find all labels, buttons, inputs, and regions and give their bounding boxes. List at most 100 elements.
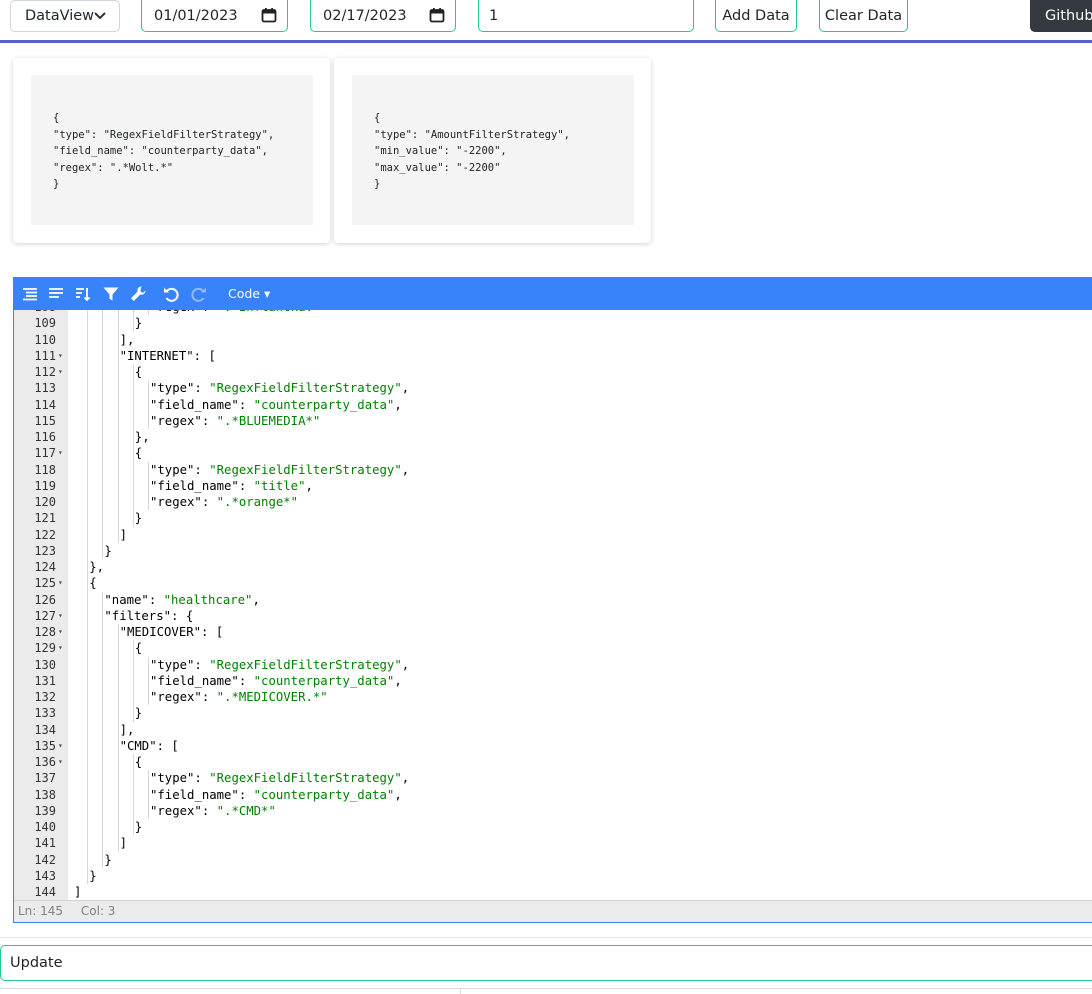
json-key: "regex" — [150, 310, 202, 314]
github-button[interactable]: Github — [1030, 0, 1092, 32]
indent-guide — [117, 802, 119, 819]
indent-guide — [117, 737, 119, 754]
indent-guide — [102, 494, 104, 511]
fold-toggle-icon[interactable]: ▾ — [58, 754, 63, 770]
code-text: "regex": ".*MEDICOVER.*" — [150, 690, 328, 704]
indent-guide — [117, 689, 119, 706]
mode-dropdown[interactable]: Code ▾ — [228, 278, 270, 310]
fold-toggle-icon[interactable]: ▾ — [58, 738, 63, 754]
indent-guide — [87, 656, 89, 673]
json-string-value: "RegexFieldFilterStrategy" — [209, 381, 402, 396]
json-string-value: ".*MEDICOVER.*" — [216, 690, 328, 704]
indent-guide — [102, 770, 104, 787]
editor-menu-bar: Code ▾ — [14, 278, 1092, 310]
fold-toggle-icon[interactable]: ▾ — [58, 364, 63, 380]
json-key: "field_name" — [150, 397, 239, 412]
indent-guide — [132, 510, 134, 527]
indent-guide — [117, 396, 119, 413]
json-key: "field_name" — [150, 787, 239, 802]
fold-toggle-icon[interactable]: ▾ — [58, 348, 63, 364]
indent-guide — [87, 607, 89, 624]
indent-guide — [117, 364, 119, 381]
code-text: } — [89, 868, 97, 883]
line-number: 118 — [34, 462, 56, 477]
format-icon[interactable] — [21, 285, 39, 303]
json-key: "regex" — [150, 803, 202, 818]
line-number: 135 — [34, 738, 56, 753]
chevron-down-icon — [94, 12, 106, 20]
indent-guide — [102, 477, 104, 494]
fold-toggle-icon[interactable]: ▾ — [58, 445, 63, 461]
line-number: 143 — [34, 868, 56, 883]
add-data-button[interactable]: Add Data — [715, 0, 797, 32]
indent-guide — [87, 867, 89, 884]
fold-toggle-icon[interactable]: ▾ — [58, 640, 63, 656]
indent-guide — [117, 721, 119, 738]
json-key: "regex" — [150, 690, 202, 704]
fold-toggle-icon[interactable]: ▾ — [58, 624, 63, 640]
number-input-value: 1 — [489, 7, 499, 24]
filter-icon[interactable] — [102, 285, 120, 303]
calendar-icon[interactable] — [261, 7, 277, 23]
indent-guide — [87, 396, 89, 413]
line-number: 137 — [34, 771, 56, 786]
code-line: 114 "field_name": "counterparty_data", — [14, 396, 1092, 413]
end-date-input[interactable]: 02/17/2023 — [310, 0, 456, 32]
cursor-col: Col: 3 — [80, 904, 116, 918]
indent-guide — [87, 705, 89, 722]
fold-toggle-icon[interactable]: ▾ — [58, 608, 63, 624]
undo-icon[interactable] — [162, 285, 180, 303]
indent-guide — [132, 412, 134, 429]
indent-guide — [117, 445, 119, 462]
redo-icon[interactable] — [190, 285, 208, 303]
number-input[interactable]: 1 — [478, 0, 694, 32]
indent-guide — [87, 380, 89, 397]
code-line: 112 ▾ { — [14, 364, 1092, 381]
code-text: "field_name": "title", — [150, 478, 313, 493]
code-line: 141] — [14, 835, 1092, 852]
json-key: "MEDICOVER" — [119, 625, 202, 639]
indent-guide — [87, 477, 89, 494]
update-button[interactable]: Update — [0, 945, 1092, 981]
line-number: 141 — [34, 836, 56, 851]
code-line: 115 "regex": ".*BLUEMEDIA*" — [14, 412, 1092, 429]
clear-data-button[interactable]: Clear Data — [819, 0, 908, 32]
indent-guide — [132, 380, 134, 397]
indent-guide — [117, 461, 119, 478]
calendar-icon[interactable] — [429, 7, 445, 23]
code-line: 126 "name": "healthcare", — [14, 591, 1092, 608]
editor-statusbar: Ln: 145 Col: 3 — [14, 900, 1092, 922]
indent-guide — [132, 754, 134, 771]
code-text: ] — [119, 527, 127, 542]
indent-guide — [117, 754, 119, 771]
start-date-input[interactable]: 01/01/2023 — [141, 0, 288, 32]
indent-guide — [87, 851, 89, 868]
fold-toggle-icon[interactable]: ▾ — [58, 575, 63, 591]
indent-guide — [148, 689, 149, 706]
line-number: 125 — [34, 576, 56, 591]
code-text: "type": "RegexFieldFilterStrategy", — [150, 657, 410, 672]
code-area[interactable]: 108"regex": ".*Inflancka.*"109}110],111▾… — [14, 310, 1092, 900]
indent-guide — [117, 835, 119, 852]
indent-guide — [102, 347, 104, 364]
line-number: 136 — [34, 755, 56, 769]
line-number: 130 — [34, 657, 56, 672]
view-select[interactable]: DataView — [10, 0, 120, 32]
sort-icon[interactable] — [74, 285, 92, 303]
indent-guide — [87, 754, 89, 771]
line-number: 113 — [34, 381, 56, 396]
code-text: "field_name": "counterparty_data", — [150, 673, 402, 688]
indent-guide — [148, 396, 149, 413]
code-line: 121} — [14, 510, 1092, 527]
code-text: { — [134, 641, 143, 656]
indent-guide — [148, 380, 149, 397]
indent-guide — [87, 591, 89, 608]
indent-guide — [87, 786, 89, 803]
compact-icon[interactable] — [47, 285, 65, 303]
line-number: 109 — [34, 316, 56, 331]
indent-guide — [102, 721, 104, 738]
indent-guide — [87, 819, 89, 836]
code-line: 137 "type": "RegexFieldFilterStrategy", — [14, 770, 1092, 787]
indent-guide — [117, 672, 119, 689]
repair-icon[interactable] — [129, 285, 147, 303]
